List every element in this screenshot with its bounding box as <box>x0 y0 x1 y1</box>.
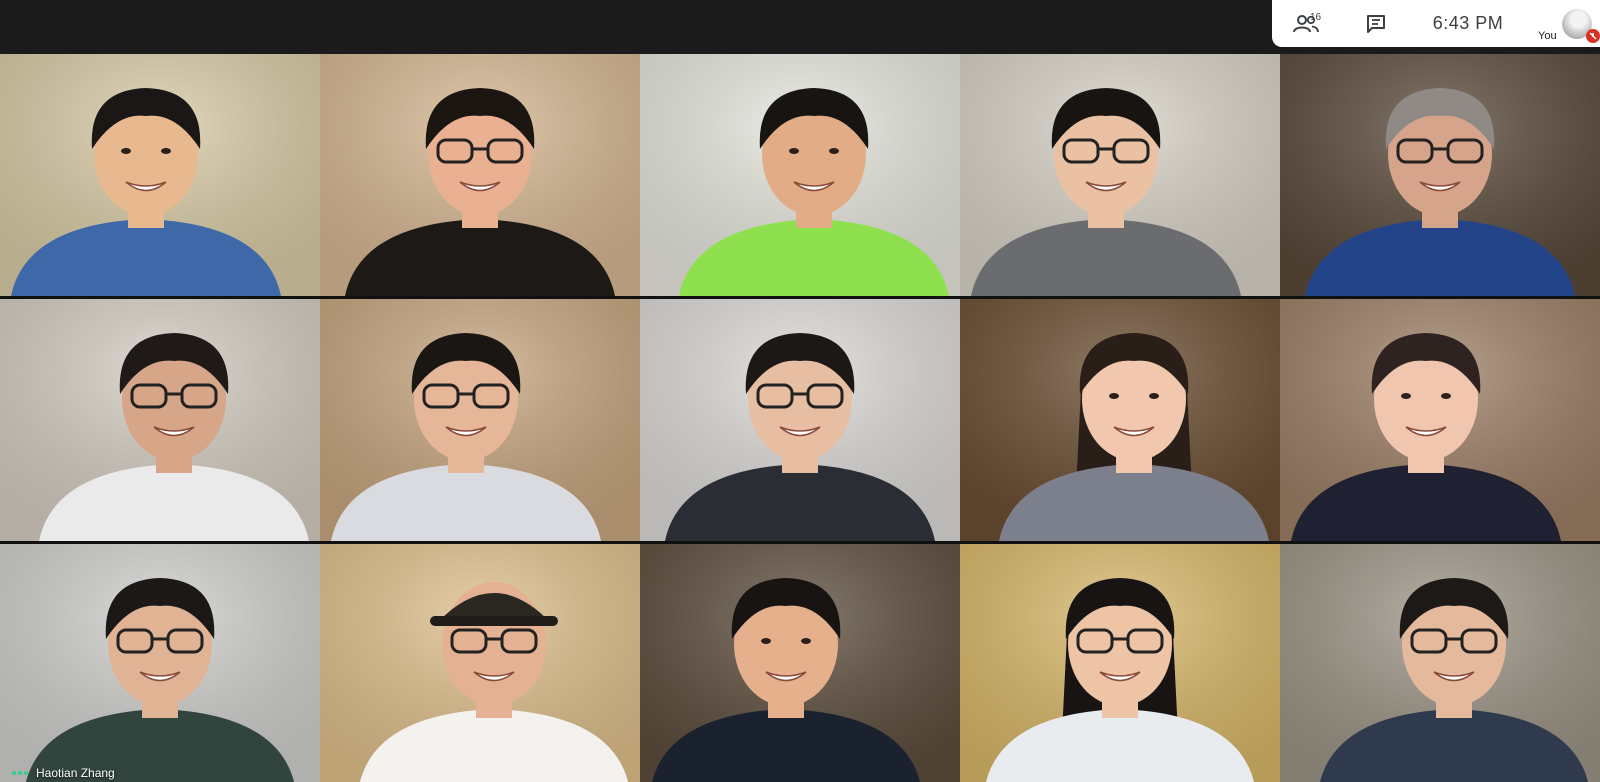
participant-tile[interactable] <box>960 54 1280 296</box>
participant-video <box>0 54 320 296</box>
people-button[interactable]: 16 <box>1272 0 1340 47</box>
participant-tile[interactable] <box>640 54 960 296</box>
participant-tile[interactable] <box>960 299 1280 541</box>
speaking-indicator-icon <box>12 771 28 775</box>
participant-tile[interactable] <box>1280 299 1600 541</box>
participant-count-badge: 16 <box>1310 12 1322 23</box>
participant-video <box>1280 299 1600 541</box>
meeting-info-panel: 16 6:43 PM You <box>1272 0 1600 47</box>
participant-tile[interactable] <box>640 299 960 541</box>
participant-video <box>640 299 960 541</box>
participant-tile[interactable] <box>320 544 640 782</box>
participant-video <box>0 299 320 541</box>
participant-tile[interactable] <box>1280 54 1600 296</box>
participant-video <box>0 544 320 782</box>
participant-video <box>320 299 640 541</box>
participant-tile[interactable] <box>320 299 640 541</box>
participant-tile[interactable] <box>960 544 1280 782</box>
participant-video <box>1280 544 1600 782</box>
participant-tile[interactable]: Haotian Zhang <box>0 544 320 782</box>
participant-tile[interactable] <box>640 544 960 782</box>
participant-name: Haotian Zhang <box>36 766 115 780</box>
participant-video <box>1280 54 1600 296</box>
participant-video <box>960 299 1280 541</box>
meeting-clock: 6:43 PM <box>1432 13 1504 33</box>
chat-icon <box>1367 14 1385 33</box>
participant-video <box>640 54 960 296</box>
participant-tile[interactable] <box>1280 544 1600 782</box>
participant-video <box>320 544 640 782</box>
self-label: You <box>1538 30 1557 42</box>
microphone-off-icon <box>1586 29 1600 43</box>
participant-tile[interactable] <box>320 54 640 296</box>
participant-name-tag: Haotian Zhang <box>12 766 115 780</box>
participant-tile[interactable] <box>0 54 320 296</box>
participant-video <box>960 544 1280 782</box>
participant-video <box>640 544 960 782</box>
participant-grid: Haotian Zhang <box>0 54 1600 782</box>
chat-button[interactable] <box>1340 0 1412 47</box>
self-view[interactable]: You <box>1524 0 1600 47</box>
participant-video <box>960 54 1280 296</box>
participant-tile[interactable] <box>0 299 320 541</box>
participant-video <box>320 54 640 296</box>
